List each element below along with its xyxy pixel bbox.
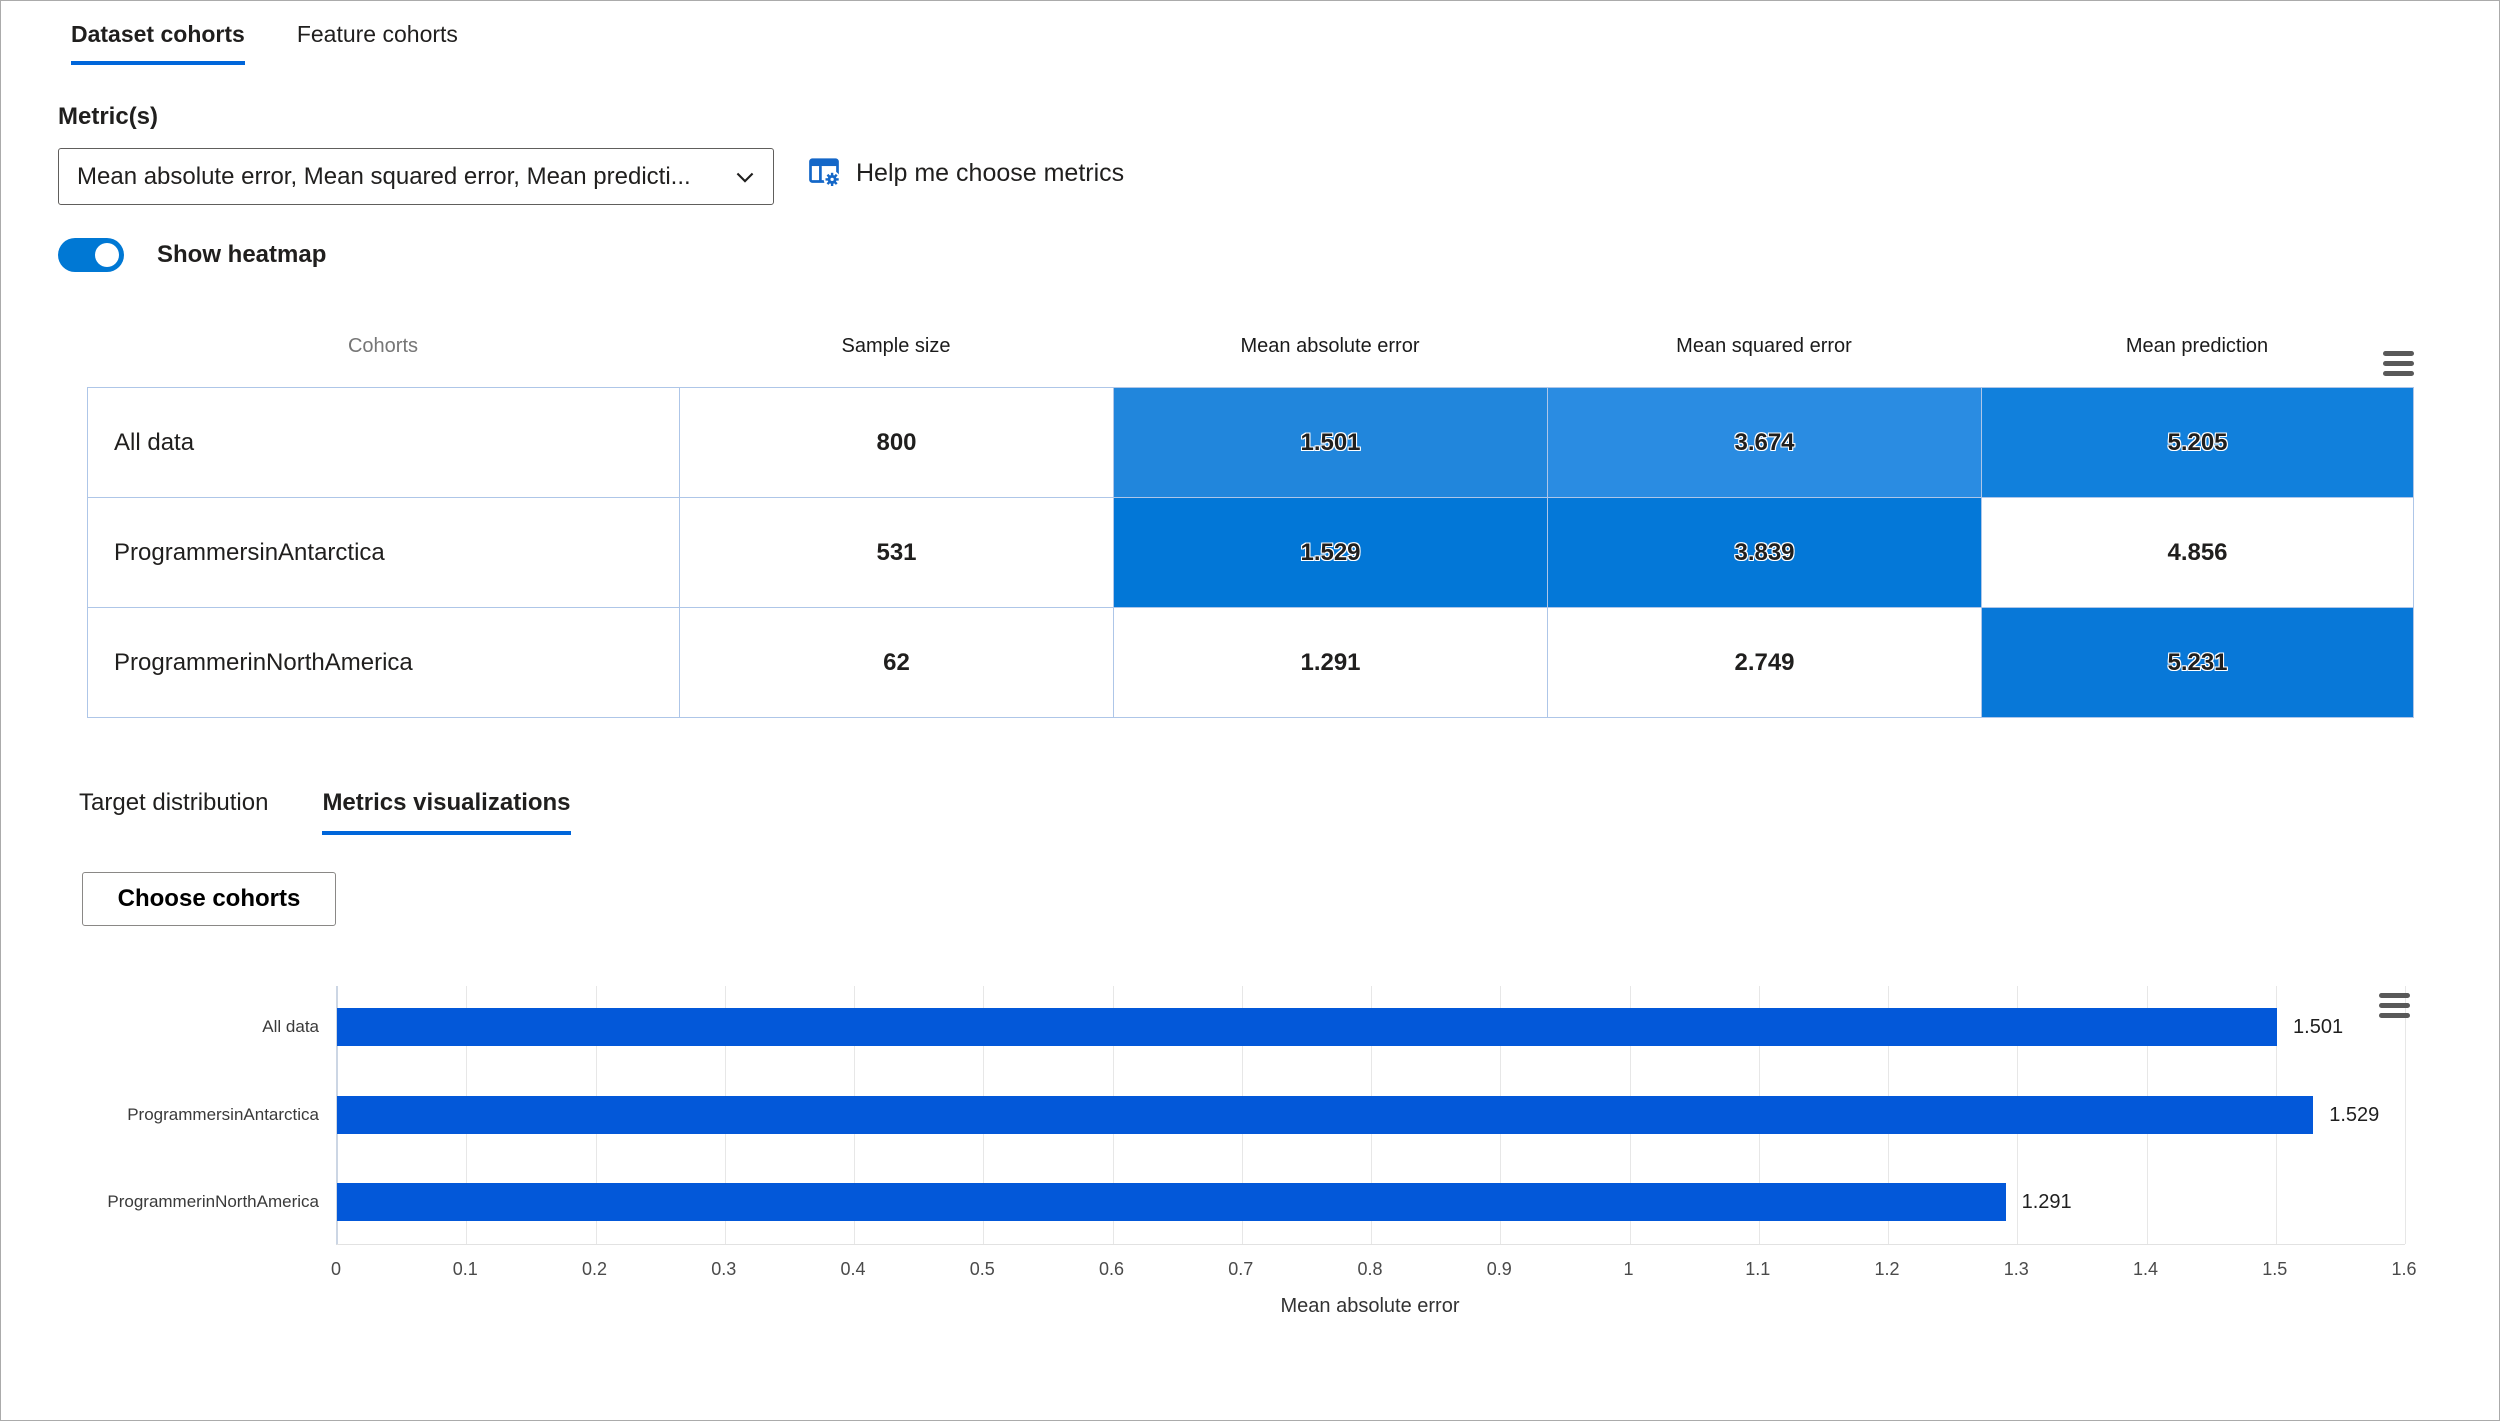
bar-chart-plot-area: 1.501 1.529 1.291 bbox=[336, 986, 2406, 1245]
hamburger-menu-icon bbox=[2379, 1013, 2410, 1018]
choose-cohorts-button[interactable]: Choose cohorts bbox=[82, 872, 336, 926]
column-header-mean-prediction: Mean prediction bbox=[2125, 335, 2269, 357]
y-category-label: ProgrammersinAntarctica bbox=[127, 1104, 319, 1124]
x-tick-label: 1.1 bbox=[1745, 1259, 1771, 1279]
top-tab-bar: Dataset cohorts Feature cohorts bbox=[71, 21, 458, 65]
x-tick-label: 1.5 bbox=[2262, 1259, 2288, 1279]
metrics-label: Metric(s) bbox=[58, 103, 159, 130]
bar-value-label: 1.529 bbox=[2329, 1103, 2380, 1126]
chart-bar[interactable] bbox=[337, 1008, 2278, 1046]
cohort-table-header: Cohorts Sample size Mean absolute error … bbox=[87, 335, 2413, 358]
table-row-metric-value: 2.749 bbox=[1548, 608, 1982, 718]
x-tick-label: 0.8 bbox=[1357, 1259, 1383, 1279]
chevron-down-icon bbox=[731, 163, 759, 198]
x-tick-label: 1.3 bbox=[2003, 1259, 2029, 1279]
x-tick-label: 0.9 bbox=[1486, 1259, 1512, 1279]
table-row-sample-size: 800 bbox=[680, 388, 1114, 498]
table-row-metric-value: 1.501 bbox=[1114, 388, 1548, 498]
table-row-metric-value: 1.529 bbox=[1114, 498, 1548, 608]
column-header-cohorts: Cohorts bbox=[347, 335, 419, 357]
column-header-mae: Mean absolute error bbox=[1240, 335, 1420, 357]
table-row-metric-value: 1.291 bbox=[1114, 608, 1548, 718]
chart-y-axis-labels: All data ProgrammersinAntarctica Programme… bbox=[61, 986, 319, 1244]
bar-value-label: 1.291 bbox=[2021, 1191, 2072, 1213]
y-category-label: ProgrammerinNorthAmerica bbox=[107, 1192, 319, 1211]
hamburger-menu-icon bbox=[2379, 1003, 2410, 1008]
table-row-metric-value: 4.856 bbox=[1982, 498, 2414, 608]
dataset-cohorts-page: Dataset cohorts Feature cohorts Metric(s… bbox=[0, 0, 2500, 1421]
cohort-heatmap-table: All data 800 1.501 3.674 5.205 ProgrammersinA… bbox=[87, 387, 2414, 718]
chart-gridline bbox=[2405, 986, 2406, 1244]
x-tick-label: 1.6 bbox=[2391, 1259, 2417, 1279]
x-tick-label: 0.5 bbox=[969, 1259, 995, 1279]
table-row-cohort-name: ProgrammersinAntarctica bbox=[88, 498, 680, 608]
chart-menu-button[interactable] bbox=[2379, 993, 2410, 1018]
bar-value-label: 1.501 bbox=[2293, 1016, 2344, 1038]
hamburger-menu-icon bbox=[2383, 371, 2414, 376]
x-tick-label: 0.1 bbox=[452, 1259, 478, 1279]
tab-target-distribution[interactable]: Target distribution bbox=[79, 789, 268, 835]
chart-bar[interactable] bbox=[337, 1095, 2314, 1134]
x-tick-label: 0.2 bbox=[581, 1259, 608, 1279]
chart-x-axis-ticks: 0 0.1 0.2 0.3 0.4 0.5 0.6 0.7 0.8 0.9 1 1.1 1.2 1.3 1.… bbox=[331, 1259, 2417, 1285]
metrics-dropdown-value: Mean absolute error, Mean squared error,… bbox=[77, 162, 691, 190]
column-header-sample-size: Sample size bbox=[841, 335, 951, 357]
x-tick-label: 0 bbox=[330, 1259, 342, 1279]
table-row-cohort-name: All data bbox=[88, 388, 680, 498]
show-heatmap-toggle[interactable] bbox=[58, 238, 124, 272]
column-header-mse: Mean squared error bbox=[1676, 335, 1852, 357]
table-row-metric-value: 5.205 bbox=[1982, 388, 2414, 498]
hamburger-menu-icon bbox=[2379, 993, 2410, 998]
hamburger-menu-icon bbox=[2383, 351, 2414, 356]
chart-x-axis-title: Mean absolute error bbox=[1280, 1295, 1460, 1317]
x-tick-label: 0.3 bbox=[711, 1259, 737, 1279]
x-tick-label: 1.2 bbox=[1874, 1259, 1900, 1279]
table-row-metric-value: 3.674 bbox=[1548, 388, 1982, 498]
chart-bar[interactable] bbox=[337, 1183, 2006, 1221]
y-category-label: All data bbox=[262, 1017, 319, 1036]
table-row-cohort-name: ProgrammerinNorthAmerica bbox=[88, 608, 680, 718]
x-tick-label: 0.7 bbox=[1228, 1259, 1254, 1279]
x-tick-label: 1 bbox=[1623, 1259, 1634, 1279]
x-tick-label: 0.4 bbox=[840, 1259, 866, 1279]
help-me-choose-metrics-button[interactable]: Help me choose metrics bbox=[806, 153, 1124, 194]
toggle-knob bbox=[95, 243, 119, 267]
table-row-metric-value: 3.839 bbox=[1548, 498, 1982, 608]
table-menu-button[interactable] bbox=[2383, 351, 2414, 376]
hamburger-menu-icon bbox=[2383, 361, 2414, 366]
show-heatmap-label: Show heatmap bbox=[157, 241, 327, 268]
help-me-choose-metrics-label: Help me choose metrics bbox=[856, 159, 1125, 187]
x-tick-label: 0.6 bbox=[1098, 1259, 1125, 1279]
tab-metrics-visualizations[interactable]: Metrics visualizations bbox=[322, 789, 571, 835]
metrics-dropdown[interactable]: Mean absolute error, Mean squared error,… bbox=[58, 148, 774, 205]
tab-feature-cohorts[interactable]: Feature cohorts bbox=[297, 21, 458, 65]
x-tick-label: 1.4 bbox=[2132, 1259, 2159, 1279]
table-row-sample-size: 62 bbox=[680, 608, 1114, 718]
table-row-sample-size: 531 bbox=[680, 498, 1114, 608]
table-row-metric-value: 5.231 bbox=[1982, 608, 2414, 718]
visualization-tab-bar: Target distribution Metrics visualizatio… bbox=[79, 789, 571, 835]
tab-dataset-cohorts[interactable]: Dataset cohorts bbox=[71, 21, 245, 65]
table-settings-icon bbox=[806, 153, 842, 194]
